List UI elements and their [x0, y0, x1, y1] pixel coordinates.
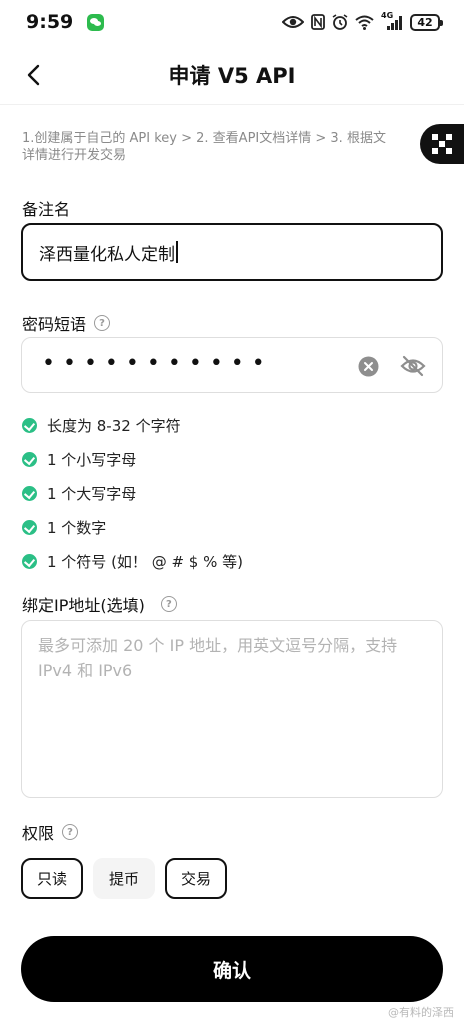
cellular-signal-icon: 4G: [381, 11, 403, 30]
confirm-button[interactable]: 确认: [21, 936, 443, 1002]
watermark: @有料的泽西: [388, 1006, 454, 1019]
help-icon[interactable]: ?: [160, 596, 177, 612]
permission-withdraw[interactable]: 提币: [93, 858, 156, 899]
passphrase-label-text: 密码短语: [22, 315, 87, 334]
check-circle-icon: [22, 417, 37, 433]
rule-digit: 1 个数字: [22, 510, 243, 544]
rule-text: 1 个大写字母: [47, 484, 137, 503]
passphrase-masked-value: •••••••••••: [42, 351, 273, 376]
eye-comfort-icon: [282, 16, 304, 28]
ip-address-placeholder: 最多可添加 20 个 IP 地址，用英文逗号分隔，支持 IPv4 和 IPv6: [38, 636, 398, 680]
check-circle-icon: [22, 451, 37, 467]
check-circle-icon: [22, 519, 37, 535]
eye-off-icon[interactable]: [400, 355, 426, 377]
clear-icon[interactable]: [358, 356, 379, 377]
rule-text: 1 个数字: [47, 518, 107, 537]
rule-text: 长度为 8-32 个字符: [47, 416, 181, 435]
page-title: 申请 V5 API: [168, 64, 296, 88]
permissions-label: 权限 ?: [22, 820, 79, 844]
passphrase-input[interactable]: •••••••••••: [21, 337, 443, 393]
ip-binding-label-text: 绑定IP地址(选填): [22, 596, 145, 615]
qr-code-icon: [432, 134, 452, 154]
status-bar: 9:59 4G 42: [0, 0, 464, 44]
wifi-icon: [355, 15, 374, 30]
status-time: 9:59: [26, 11, 74, 33]
wechat-notification-icon: [87, 14, 104, 31]
help-icon[interactable]: ?: [62, 824, 79, 840]
rule-length: 长度为 8-32 个字符: [22, 408, 243, 442]
steps-line-1: 1.创建属于自己的 API key > 2. 查看API文档详情 > 3. 根据…: [22, 131, 386, 146]
text-caret: [176, 241, 178, 263]
battery-icon: 42: [410, 13, 443, 31]
remark-input[interactable]: 泽西量化私人定制: [21, 223, 443, 281]
rule-text: 1 个小写字母: [47, 450, 137, 469]
nav-header: 申请 V5 API: [0, 44, 464, 106]
battery-level: 42: [417, 15, 433, 29]
rule-uppercase: 1 个大写字母: [22, 476, 243, 510]
ip-address-textarea[interactable]: 最多可添加 20 个 IP 地址，用英文逗号分隔，支持 IPv4 和 IPv6: [21, 620, 443, 798]
alarm-icon: [332, 14, 348, 30]
permission-options: 只读 提币 交易: [21, 858, 228, 899]
remark-input-value: 泽西量化私人定制: [39, 244, 175, 265]
steps-line-2: 详情进行开发交易: [22, 148, 127, 163]
check-circle-icon: [22, 485, 37, 501]
remark-label: 备注名: [22, 196, 70, 220]
rule-symbol: 1 个符号 (如！ @ # $ % 等): [22, 544, 243, 578]
permission-trade[interactable]: 交易: [165, 858, 228, 899]
qr-code-button[interactable]: [420, 124, 464, 164]
permission-read-only[interactable]: 只读: [21, 858, 84, 899]
steps-guide: 1.创建属于自己的 API key > 2. 查看API文档详情 > 3. 根据…: [22, 130, 442, 164]
nfc-icon: [311, 14, 325, 30]
rule-text: 1 个符号 (如！ @ # $ % 等): [47, 552, 243, 571]
status-icons: 4G 42: [282, 11, 443, 32]
header-divider: [0, 104, 464, 105]
password-rules: 长度为 8-32 个字符 1 个小写字母 1 个大写字母 1 个数字 1 个符号…: [22, 408, 243, 578]
help-icon[interactable]: ?: [94, 315, 111, 331]
ip-binding-label: 绑定IP地址(选填) ?: [22, 592, 177, 616]
permissions-label-text: 权限: [22, 824, 55, 843]
remark-label-text: 备注名: [22, 200, 71, 219]
check-circle-icon: [22, 553, 37, 569]
passphrase-label: 密码短语 ?: [22, 311, 111, 335]
rule-lowercase: 1 个小写字母: [22, 442, 243, 476]
